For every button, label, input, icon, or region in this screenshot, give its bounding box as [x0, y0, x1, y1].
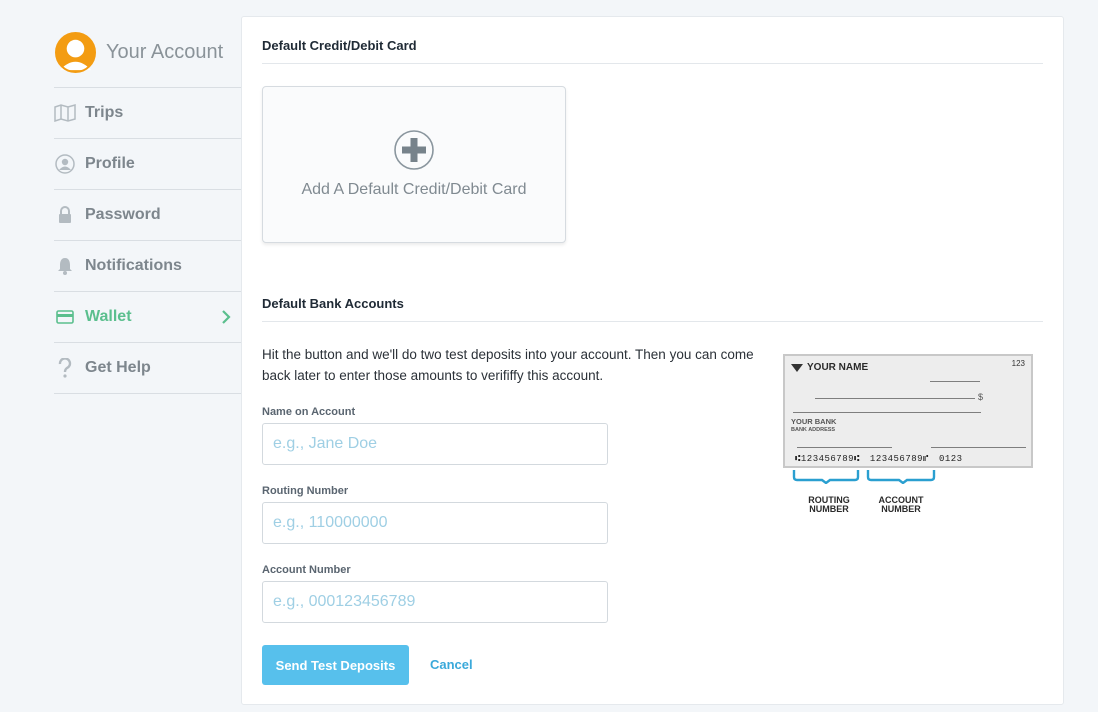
sidebar-item-label: Wallet	[85, 308, 132, 325]
sidebar-item-wallet[interactable]: Wallet	[54, 292, 241, 343]
cancel-link[interactable]: Cancel	[430, 657, 473, 672]
bank-intro-text: Hit the button and we'll do two test dep…	[262, 347, 754, 383]
sidebar-item-label: Get Help	[85, 359, 151, 376]
wallet-panel: Default Credit/Debit Card Add A Default …	[241, 16, 1064, 705]
check-name-text: YOUR NAME	[807, 362, 869, 373]
user-icon	[54, 153, 76, 175]
routing-number-input[interactable]	[262, 502, 608, 544]
bell-icon	[54, 255, 76, 277]
account-header: Your Account	[54, 18, 241, 88]
chevron-right-icon	[222, 310, 231, 324]
divider	[262, 321, 1043, 322]
name-on-account-input[interactable]	[262, 423, 608, 465]
bank-section-title: Default Bank Accounts	[262, 296, 404, 311]
routing-digits: ⑆123456789⑆	[795, 454, 860, 464]
add-card-button[interactable]: Add A Default Credit/Debit Card	[262, 86, 566, 243]
dollar-sign: $	[978, 392, 984, 402]
check-logo-icon	[791, 363, 803, 372]
check-digits: 0123	[938, 454, 963, 464]
signature-line	[931, 447, 1026, 448]
check-name: YOUR NAME	[791, 362, 868, 373]
sidebar-item-password[interactable]: Password	[54, 190, 241, 241]
plus-circle-icon	[394, 130, 434, 170]
check-bank-name: YOUR BANK	[791, 417, 837, 426]
check-bank: YOUR BANK BANK ADDRESS	[791, 418, 836, 434]
account-digits: 123456789⑈	[869, 454, 929, 464]
account-number-caption: ACCOUNT NUMBER	[871, 496, 931, 514]
sidebar-item-get-help[interactable]: Get Help	[54, 343, 241, 394]
avatar-icon	[55, 32, 96, 73]
sidebar-item-notifications[interactable]: Notifications	[54, 241, 241, 292]
account-caption-line-2: NUMBER	[881, 504, 921, 514]
sidebar-item-trips[interactable]: Trips	[54, 88, 241, 139]
send-test-deposits-button[interactable]: Send Test Deposits	[262, 645, 409, 685]
memo-line	[797, 447, 892, 448]
name-on-account-label: Name on Account	[262, 406, 356, 418]
lock-icon	[54, 204, 76, 226]
micr-line: ⑆123456789⑆ 123456789⑈ 0123	[795, 454, 973, 464]
routing-number-label: Routing Number	[262, 485, 349, 497]
add-card-label: Add A Default Credit/Debit Card	[301, 181, 527, 198]
date-line	[930, 381, 980, 382]
card-section-title: Default Credit/Debit Card	[262, 38, 417, 53]
check-illustration: YOUR NAME 123 $ YOUR BANK BANK ADDRESS ⑆…	[783, 354, 1033, 514]
question-icon	[54, 357, 76, 379]
check-number: 123	[1011, 359, 1025, 368]
account-sidebar: Your Account Trips Profile Password Noti…	[54, 18, 241, 394]
sidebar-item-label: Profile	[85, 155, 135, 172]
sidebar-item-label: Password	[85, 206, 161, 223]
account-number-input[interactable]	[262, 581, 608, 623]
map-icon	[54, 102, 76, 124]
sidebar-item-profile[interactable]: Profile	[54, 139, 241, 190]
account-number-label: Account Number	[262, 564, 351, 576]
routing-caption-line-2: NUMBER	[809, 504, 849, 514]
sidebar-item-label: Trips	[85, 104, 124, 121]
card-icon	[54, 306, 76, 328]
amount-line	[793, 412, 981, 413]
account-title: Your Account	[106, 41, 224, 63]
payee-line	[815, 398, 975, 399]
check-bank-address: BANK ADDRESS	[791, 427, 836, 433]
number-brackets	[792, 470, 936, 484]
sidebar-item-label: Notifications	[85, 257, 182, 274]
divider	[262, 63, 1043, 64]
routing-number-caption: ROUTING NUMBER	[799, 496, 859, 514]
